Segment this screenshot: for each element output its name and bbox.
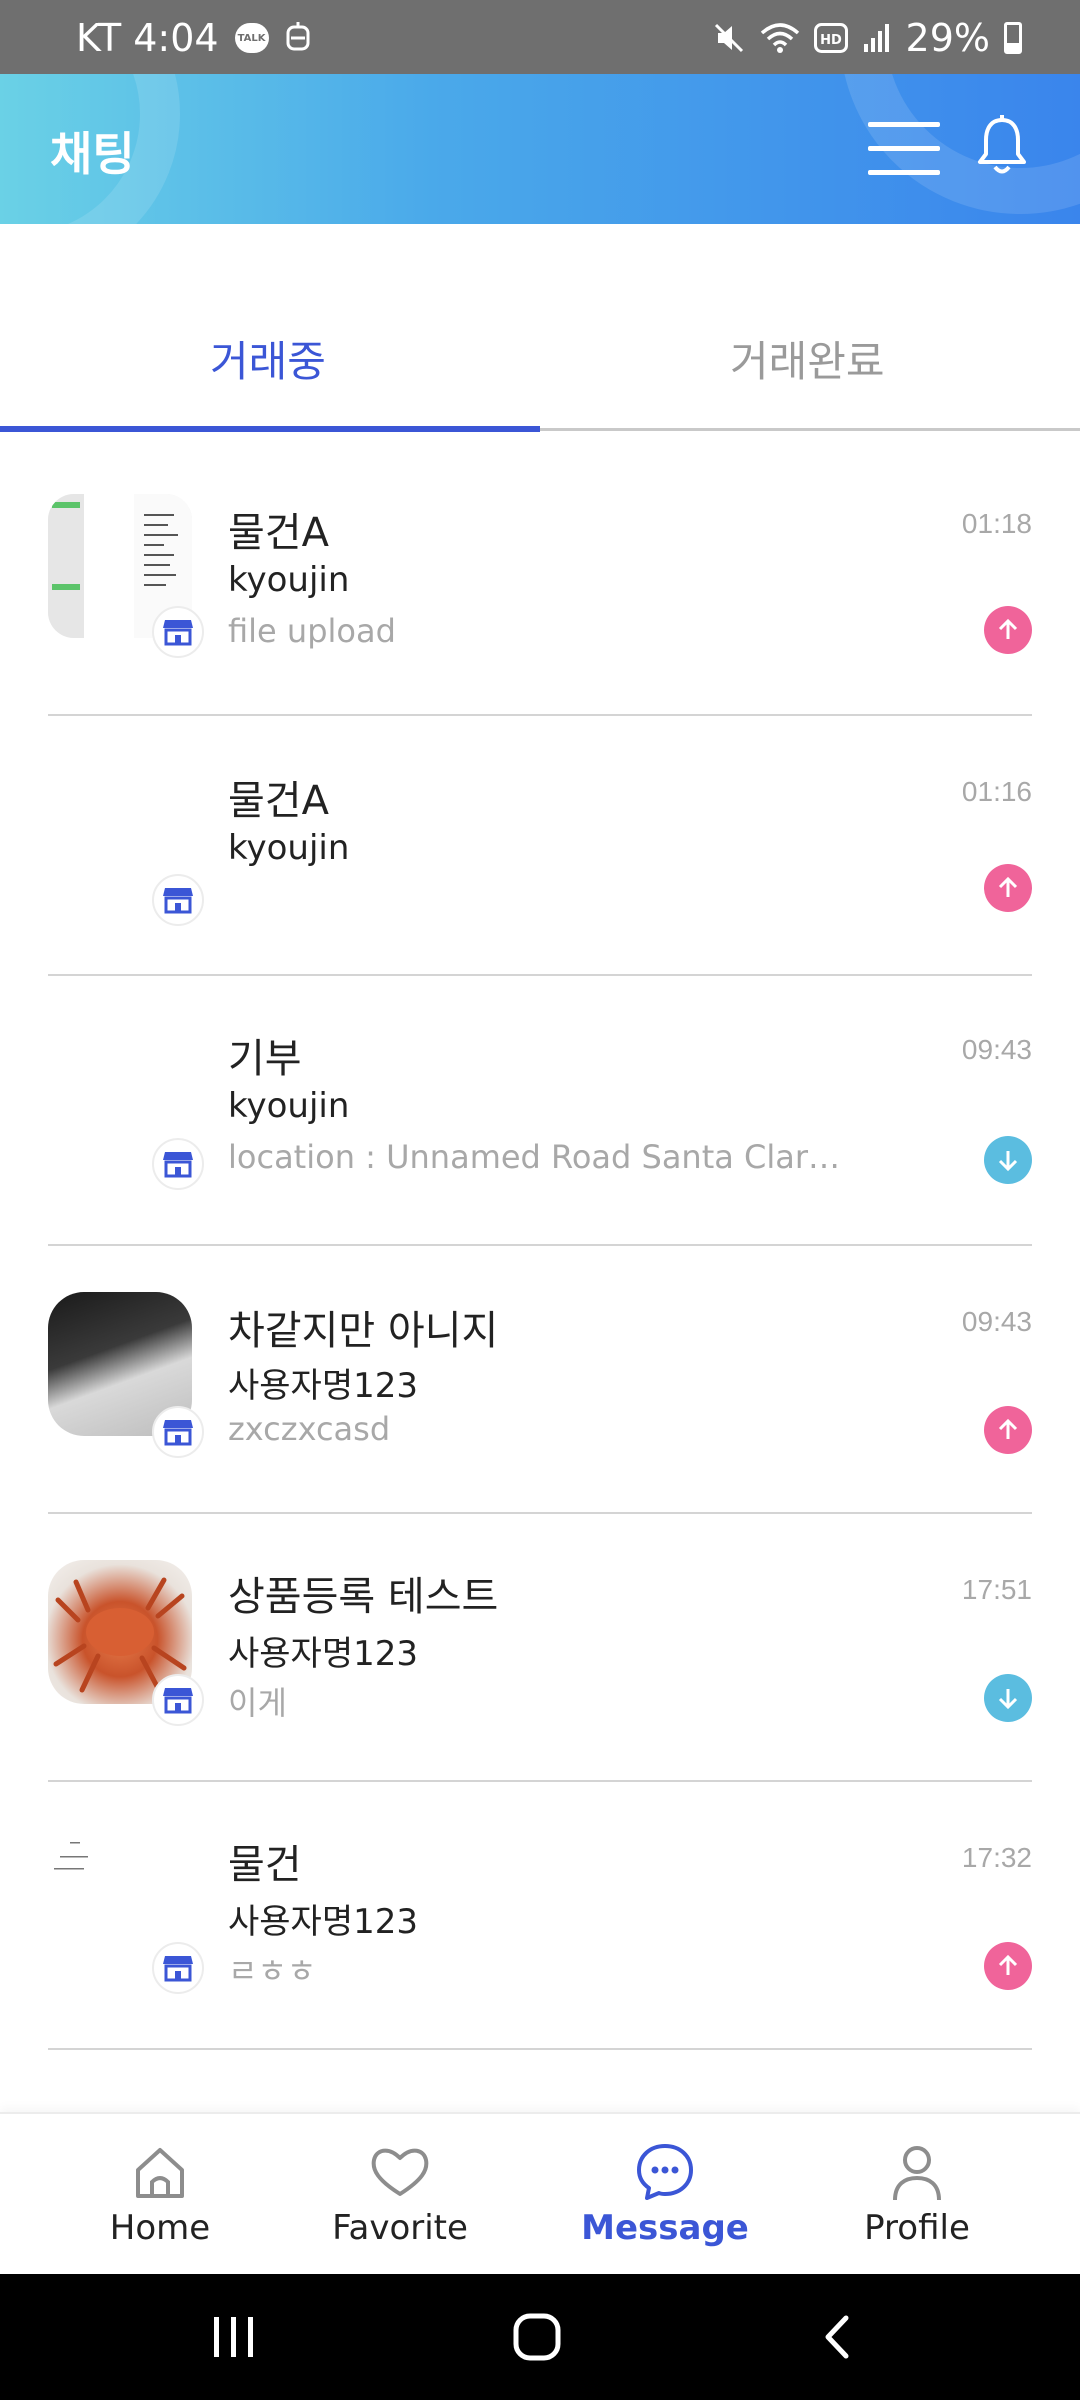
- chat-last-message: file upload: [228, 612, 396, 650]
- status-left: KT 4:04 TALK: [76, 16, 311, 60]
- chat-row[interactable]: 기부 kyoujin location : Unnamed Road Santa…: [0, 976, 1080, 1244]
- chat-time: 09:43: [961, 1034, 1032, 1065]
- chat-time: 09:43: [961, 1306, 1032, 1337]
- nav-label: Profile: [864, 2208, 970, 2248]
- robot-icon: [285, 21, 311, 55]
- chat-last-message: ㄹㅎㅎ: [228, 1952, 317, 1990]
- nav-message[interactable]: Message: [581, 2114, 749, 2276]
- arrow-up-icon: [984, 1406, 1032, 1454]
- chat-time: 17:51: [961, 1574, 1032, 1605]
- store-icon: [152, 1138, 204, 1190]
- chat-row[interactable]: 물건 사용자명123 ㄹㅎㅎ 17:32: [0, 1782, 1080, 2050]
- hd-icon: HD: [813, 23, 848, 53]
- arrow-up-icon: [984, 864, 1032, 912]
- kakaotalk-icon: TALK: [234, 23, 269, 53]
- system-nav-bar: [0, 2274, 1080, 2400]
- row-divider: [48, 2048, 1032, 2050]
- nav-home[interactable]: Home: [100, 2114, 220, 2276]
- chat-icon: [637, 2144, 693, 2200]
- chat-row[interactable]: 물건A kyoujin 01:16: [0, 716, 1080, 974]
- carrier-time: KT 4:04: [76, 16, 219, 60]
- chat-row[interactable]: 상품등록 테스트 사용자명123 이게 17:51: [0, 1514, 1080, 1782]
- home-system-icon[interactable]: [512, 2312, 562, 2362]
- app-header: 채팅: [0, 74, 1080, 224]
- chat-username: kyoujin: [228, 560, 350, 600]
- store-icon: [152, 606, 204, 658]
- mute-icon: [712, 21, 746, 55]
- heart-icon: [371, 2148, 429, 2196]
- chat-title: 차같지만 아니지: [228, 1308, 499, 1354]
- chat-username: 사용자명123: [228, 1902, 419, 1942]
- status-right: HD 29%: [712, 16, 1022, 60]
- bottom-nav: Home Favorite Message Profile: [0, 2112, 1080, 2274]
- store-icon: [152, 1406, 204, 1458]
- chat-title: 상품등록 테스트: [228, 1574, 499, 1620]
- page-title: 채팅: [50, 127, 135, 181]
- nav-label: Favorite: [332, 2208, 468, 2248]
- signal-icon: [862, 22, 892, 54]
- nav-label: Home: [109, 2208, 211, 2248]
- store-icon: [152, 1942, 204, 1994]
- chat-title: 물건A: [228, 778, 329, 824]
- chat-username: 사용자명123: [228, 1634, 419, 1674]
- chat-row[interactable]: 차같지만 아니지 사용자명123 zxczxcasd 09:43: [0, 1246, 1080, 1514]
- hd-label: HD: [820, 33, 842, 48]
- battery-icon: [1004, 22, 1022, 54]
- chat-username: kyoujin: [228, 828, 350, 868]
- chat-row[interactable]: 물건A kyoujin file upload 01:18: [0, 432, 1080, 714]
- tab-in-progress[interactable]: 거래중: [210, 328, 326, 389]
- nav-profile[interactable]: Profile: [855, 2114, 979, 2276]
- chat-username: kyoujin: [228, 1086, 350, 1126]
- arrow-up-icon: [984, 606, 1032, 654]
- nav-favorite[interactable]: Favorite: [325, 2114, 475, 2276]
- back-icon[interactable]: [820, 2314, 854, 2360]
- person-icon: [893, 2146, 941, 2201]
- store-icon: [152, 1674, 204, 1726]
- arrow-down-icon: [984, 1674, 1032, 1722]
- chat-time: 01:18: [961, 508, 1032, 539]
- tab-bar: 거래중 거래완료: [0, 224, 1080, 432]
- chat-title: 기부: [228, 1036, 302, 1082]
- chat-last-message: zxczxcasd: [228, 1410, 391, 1448]
- tab-completed[interactable]: 거래완료: [730, 328, 885, 389]
- chat-title: 물건: [228, 1842, 302, 1888]
- wifi-icon: [760, 21, 800, 55]
- bell-icon[interactable]: [976, 114, 1028, 178]
- chat-last-message: 이게: [228, 1684, 287, 1722]
- store-icon: [152, 874, 204, 926]
- recent-apps-icon[interactable]: [210, 2314, 258, 2360]
- menu-icon[interactable]: [868, 122, 940, 176]
- chat-time: 01:16: [961, 776, 1032, 807]
- battery-percent: 29%: [905, 16, 990, 60]
- chat-title: 물건A: [228, 510, 329, 556]
- chat-username: 사용자명123: [228, 1366, 419, 1406]
- home-icon: [136, 2148, 184, 2198]
- chat-time: 17:32: [961, 1842, 1032, 1873]
- status-bar: KT 4:04 TALK HD 29%: [0, 0, 1080, 74]
- chat-last-message: location : Unnamed Road Santa Clara C…: [228, 1138, 848, 1176]
- arrow-down-icon: [984, 1136, 1032, 1184]
- nav-label: Message: [581, 2208, 749, 2248]
- arrow-up-icon: [984, 1942, 1032, 1990]
